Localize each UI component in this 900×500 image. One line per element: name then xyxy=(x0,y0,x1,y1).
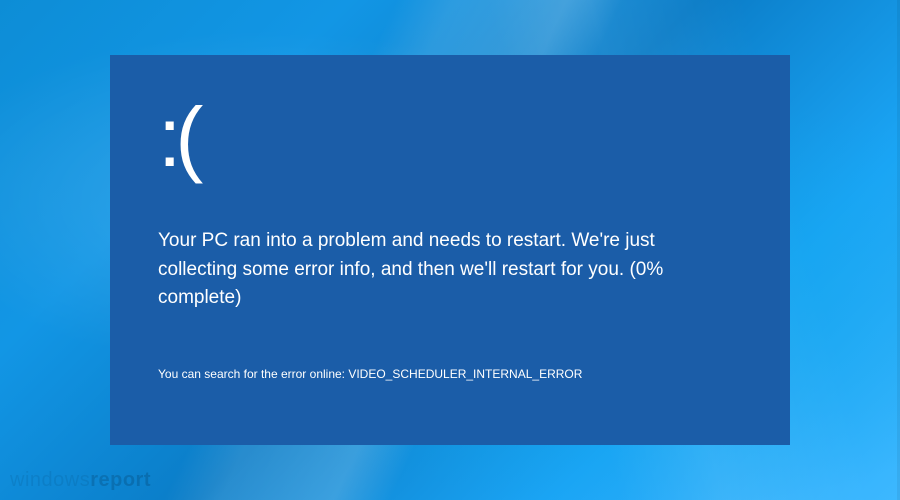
error-message: Your PC ran into a problem and needs to … xyxy=(158,227,718,313)
sad-face-icon: :( xyxy=(158,95,742,179)
watermark: windowsreport xyxy=(10,469,151,492)
search-hint-prefix: You can search for the error online: xyxy=(158,367,348,381)
error-code: VIDEO_SCHEDULER_INTERNAL_ERROR xyxy=(348,367,582,381)
watermark-part1: windows xyxy=(10,469,90,491)
error-code-line: You can search for the error online: VID… xyxy=(158,367,742,381)
bsod-panel: :( Your PC ran into a problem and needs … xyxy=(110,55,790,445)
desktop-background: :( Your PC ran into a problem and needs … xyxy=(0,0,900,500)
watermark-part2: report xyxy=(90,469,151,491)
